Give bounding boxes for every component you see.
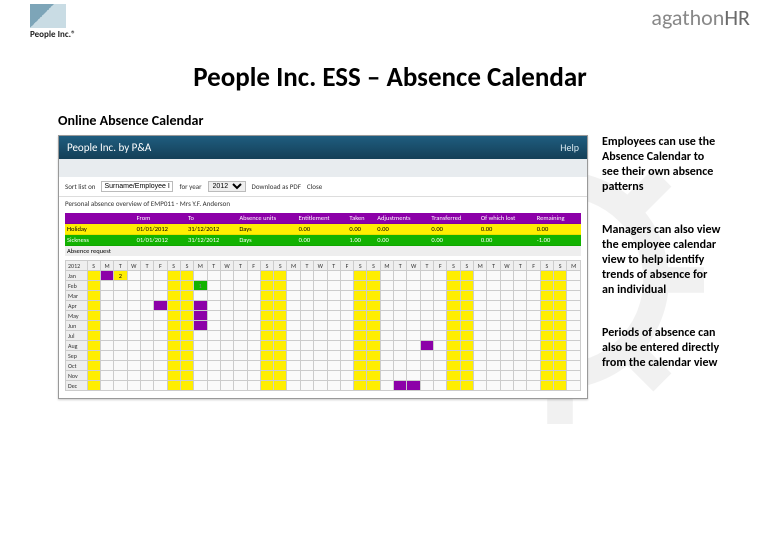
- table-row[interactable]: Absence request: [65, 246, 581, 257]
- cal-row[interactable]: Jun: [66, 321, 581, 331]
- desc-p1: Employees can use the Absence Calendar t…: [602, 135, 722, 195]
- app-title: People Inc. by P&A: [67, 141, 151, 154]
- controls-row: Sort list on for year 2012 Download as P…: [59, 177, 587, 197]
- cal-row[interactable]: Nov: [66, 371, 581, 381]
- cal-row[interactable]: Apr: [66, 301, 581, 311]
- logo-right-a: agathon: [651, 4, 724, 31]
- cal-row[interactable]: Dec: [66, 381, 581, 391]
- download-pdf-link[interactable]: Download as PDF: [252, 182, 301, 191]
- for-year-label: for year: [179, 182, 201, 191]
- cal-row[interactable]: Jan: [66, 271, 581, 281]
- summary-table: FromToAbsence unitsEntitlementTakenAdjus…: [65, 213, 581, 256]
- summary-header-row: FromToAbsence unitsEntitlementTakenAdjus…: [65, 213, 581, 224]
- cal-row[interactable]: Oct: [66, 361, 581, 371]
- desc-p3: Periods of absence can also be entered d…: [602, 326, 722, 371]
- logo-left-caption: People Inc.®: [30, 29, 76, 40]
- app-toolbar: [59, 159, 587, 177]
- overview-subtitle: Personal absence overview of EMP011 - Mr…: [59, 197, 587, 210]
- year-select[interactable]: 2012: [208, 181, 246, 192]
- cal-row[interactable]: Mar: [66, 291, 581, 301]
- section-label: Online Absence Calendar: [58, 112, 722, 129]
- description-column: Employees can use the Absence Calendar t…: [602, 135, 722, 399]
- cal-row[interactable]: Aug: [66, 341, 581, 351]
- cal-row[interactable]: Jul: [66, 331, 581, 341]
- cal-row[interactable]: Sep: [66, 351, 581, 361]
- calendar-grid: 2012 SMTWTFS SMTWTFS SMTWTFS SMTWTFS SMT…: [65, 260, 581, 391]
- calendar-header: 2012 SMTWTFS SMTWTFS SMTWTFS SMTWTFS SMT…: [66, 261, 581, 271]
- close-link[interactable]: Close: [307, 182, 322, 191]
- logo-agathon: agathonHR: [651, 4, 750, 31]
- app-titlebar: People Inc. by P&A Help: [59, 136, 587, 159]
- table-row[interactable]: Holiday01/01/201231/12/2012Days0.000.000…: [65, 224, 581, 235]
- table-row[interactable]: Sickness01/01/201231/12/2012Days0.001.00…: [65, 235, 581, 246]
- page-title: People Inc. ESS – Absence Calendar: [0, 61, 780, 94]
- cal-row[interactable]: Feb1: [66, 281, 581, 291]
- logo-right-b: HR: [724, 4, 750, 31]
- app-screenshot: People Inc. by P&A Help Sort list on for…: [58, 135, 588, 399]
- sort-input[interactable]: [101, 181, 173, 192]
- logo-people-inc: People Inc.®: [30, 4, 76, 39]
- help-link[interactable]: Help: [560, 141, 579, 154]
- sort-label: Sort list on: [65, 182, 95, 191]
- cal-row[interactable]: May: [66, 311, 581, 321]
- desc-p2: Managers can also view the employee cale…: [602, 223, 722, 298]
